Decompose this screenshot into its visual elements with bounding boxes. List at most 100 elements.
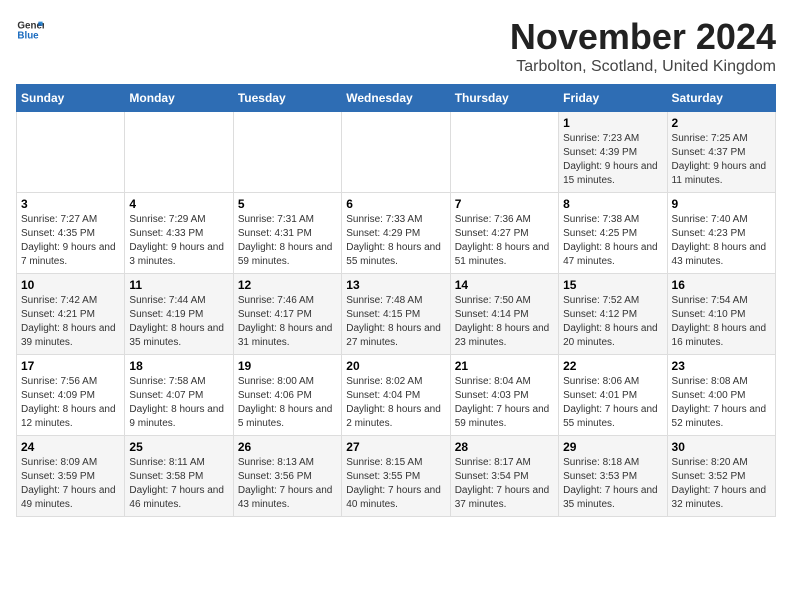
day-cell: 2 Sunrise: 7:25 AM Sunset: 4:37 PM Daylig… xyxy=(667,112,775,193)
day-cell: 22 Sunrise: 8:06 AM Sunset: 4:01 PM Dayli… xyxy=(559,355,667,436)
calendar-table: SundayMondayTuesdayWednesdayThursdayFrid… xyxy=(16,84,776,517)
logo: General Blue xyxy=(16,16,44,44)
day-info: Sunrise: 7:33 AM Sunset: 4:29 PM Dayligh… xyxy=(346,213,445,269)
day-cell: 24 Sunrise: 8:09 AM Sunset: 3:59 PM Dayli… xyxy=(17,436,125,517)
day-info: Sunrise: 8:15 AM Sunset: 3:55 PM Dayligh… xyxy=(346,456,445,512)
week-row-1: 1 Sunrise: 7:23 AM Sunset: 4:39 PM Daylig… xyxy=(17,112,776,193)
day-number: 19 xyxy=(238,359,337,373)
logo-icon: General Blue xyxy=(16,16,44,44)
day-number: 3 xyxy=(21,197,120,211)
day-cell xyxy=(342,112,450,193)
col-header-tuesday: Tuesday xyxy=(233,85,341,112)
day-cell: 11Sunrise: 7:44 AM Sunset: 4:19 PM Dayli… xyxy=(125,274,233,355)
day-info: Sunrise: 7:38 AM Sunset: 4:25 PM Dayligh… xyxy=(563,213,662,269)
day-cell: 5 Sunrise: 7:31 AM Sunset: 4:31 PM Daylig… xyxy=(233,193,341,274)
col-header-wednesday: Wednesday xyxy=(342,85,450,112)
day-number: 15 xyxy=(563,278,662,292)
day-info: Sunrise: 8:13 AM Sunset: 3:56 PM Dayligh… xyxy=(238,456,337,512)
day-cell xyxy=(233,112,341,193)
day-number: 29 xyxy=(563,440,662,454)
day-cell: 20Sunrise: 8:02 AM Sunset: 4:04 PM Dayli… xyxy=(342,355,450,436)
day-info: Sunrise: 7:27 AM Sunset: 4:35 PM Dayligh… xyxy=(21,213,120,269)
day-cell: 1 Sunrise: 7:23 AM Sunset: 4:39 PM Daylig… xyxy=(559,112,667,193)
day-cell xyxy=(450,112,558,193)
col-header-monday: Monday xyxy=(125,85,233,112)
day-info: Sunrise: 8:18 AM Sunset: 3:53 PM Dayligh… xyxy=(563,456,662,512)
day-cell: 27 Sunrise: 8:15 AM Sunset: 3:55 PM Dayli… xyxy=(342,436,450,517)
day-cell: 15 Sunrise: 7:52 AM Sunset: 4:12 PM Dayli… xyxy=(559,274,667,355)
day-number: 26 xyxy=(238,440,337,454)
day-number: 28 xyxy=(455,440,554,454)
day-info: Sunrise: 8:17 AM Sunset: 3:54 PM Dayligh… xyxy=(455,456,554,512)
day-cell: 12 Sunrise: 7:46 AM Sunset: 4:17 PM Dayli… xyxy=(233,274,341,355)
week-row-5: 24 Sunrise: 8:09 AM Sunset: 3:59 PM Dayli… xyxy=(17,436,776,517)
header-row: SundayMondayTuesdayWednesdayThursdayFrid… xyxy=(17,85,776,112)
day-cell: 19 Sunrise: 8:00 AM Sunset: 4:06 PM Dayli… xyxy=(233,355,341,436)
day-cell: 25Sunrise: 8:11 AM Sunset: 3:58 PM Dayli… xyxy=(125,436,233,517)
day-info: Sunrise: 8:00 AM Sunset: 4:06 PM Dayligh… xyxy=(238,375,337,431)
title-area: November 2024 Tarbolton, Scotland, Unite… xyxy=(510,16,776,76)
day-number: 30 xyxy=(672,440,771,454)
day-info: Sunrise: 8:06 AM Sunset: 4:01 PM Dayligh… xyxy=(563,375,662,431)
day-cell: 28 Sunrise: 8:17 AM Sunset: 3:54 PM Dayli… xyxy=(450,436,558,517)
day-info: Sunrise: 7:40 AM Sunset: 4:23 PM Dayligh… xyxy=(672,213,771,269)
day-info: Sunrise: 8:11 AM Sunset: 3:58 PM Dayligh… xyxy=(129,456,228,512)
week-row-2: 3 Sunrise: 7:27 AM Sunset: 4:35 PM Daylig… xyxy=(17,193,776,274)
day-info: Sunrise: 7:52 AM Sunset: 4:12 PM Dayligh… xyxy=(563,294,662,350)
day-cell: 7 Sunrise: 7:36 AM Sunset: 4:27 PM Daylig… xyxy=(450,193,558,274)
day-cell: 30 Sunrise: 8:20 AM Sunset: 3:52 PM Dayli… xyxy=(667,436,775,517)
day-number: 24 xyxy=(21,440,120,454)
day-cell xyxy=(125,112,233,193)
day-info: Sunrise: 7:36 AM Sunset: 4:27 PM Dayligh… xyxy=(455,213,554,269)
day-cell: 23Sunrise: 8:08 AM Sunset: 4:00 PM Dayli… xyxy=(667,355,775,436)
day-info: Sunrise: 8:20 AM Sunset: 3:52 PM Dayligh… xyxy=(672,456,771,512)
day-number: 23 xyxy=(672,359,771,373)
day-number: 8 xyxy=(563,197,662,211)
day-number: 13 xyxy=(346,278,445,292)
day-cell: 6Sunrise: 7:33 AM Sunset: 4:29 PM Daylig… xyxy=(342,193,450,274)
day-number: 14 xyxy=(455,278,554,292)
day-cell: 29 Sunrise: 8:18 AM Sunset: 3:53 PM Dayli… xyxy=(559,436,667,517)
day-info: Sunrise: 7:56 AM Sunset: 4:09 PM Dayligh… xyxy=(21,375,120,431)
day-cell: 8 Sunrise: 7:38 AM Sunset: 4:25 PM Daylig… xyxy=(559,193,667,274)
day-number: 12 xyxy=(238,278,337,292)
day-cell: 26 Sunrise: 8:13 AM Sunset: 3:56 PM Dayli… xyxy=(233,436,341,517)
day-number: 1 xyxy=(563,116,662,130)
day-cell: 17 Sunrise: 7:56 AM Sunset: 4:09 PM Dayli… xyxy=(17,355,125,436)
day-number: 22 xyxy=(563,359,662,373)
day-info: Sunrise: 7:29 AM Sunset: 4:33 PM Dayligh… xyxy=(129,213,228,269)
day-number: 27 xyxy=(346,440,445,454)
day-cell: 18Sunrise: 7:58 AM Sunset: 4:07 PM Dayli… xyxy=(125,355,233,436)
day-cell: 9 Sunrise: 7:40 AM Sunset: 4:23 PM Daylig… xyxy=(667,193,775,274)
day-cell: 3 Sunrise: 7:27 AM Sunset: 4:35 PM Daylig… xyxy=(17,193,125,274)
day-cell xyxy=(17,112,125,193)
day-number: 5 xyxy=(238,197,337,211)
day-cell: 21Sunrise: 8:04 AM Sunset: 4:03 PM Dayli… xyxy=(450,355,558,436)
day-cell: 14Sunrise: 7:50 AM Sunset: 4:14 PM Dayli… xyxy=(450,274,558,355)
day-cell: 16 Sunrise: 7:54 AM Sunset: 4:10 PM Dayli… xyxy=(667,274,775,355)
col-header-thursday: Thursday xyxy=(450,85,558,112)
day-number: 17 xyxy=(21,359,120,373)
day-info: Sunrise: 7:54 AM Sunset: 4:10 PM Dayligh… xyxy=(672,294,771,350)
day-cell: 13 Sunrise: 7:48 AM Sunset: 4:15 PM Dayli… xyxy=(342,274,450,355)
day-number: 11 xyxy=(129,278,228,292)
col-header-friday: Friday xyxy=(559,85,667,112)
week-row-4: 17 Sunrise: 7:56 AM Sunset: 4:09 PM Dayli… xyxy=(17,355,776,436)
day-info: Sunrise: 8:04 AM Sunset: 4:03 PM Dayligh… xyxy=(455,375,554,431)
col-header-sunday: Sunday xyxy=(17,85,125,112)
day-number: 7 xyxy=(455,197,554,211)
day-number: 9 xyxy=(672,197,771,211)
day-number: 16 xyxy=(672,278,771,292)
day-number: 20 xyxy=(346,359,445,373)
day-info: Sunrise: 7:42 AM Sunset: 4:21 PM Dayligh… xyxy=(21,294,120,350)
day-cell: 4Sunrise: 7:29 AM Sunset: 4:33 PM Daylig… xyxy=(125,193,233,274)
day-info: Sunrise: 8:09 AM Sunset: 3:59 PM Dayligh… xyxy=(21,456,120,512)
day-info: Sunrise: 7:25 AM Sunset: 4:37 PM Dayligh… xyxy=(672,132,771,188)
day-info: Sunrise: 7:23 AM Sunset: 4:39 PM Dayligh… xyxy=(563,132,662,188)
svg-text:Blue: Blue xyxy=(17,30,39,41)
day-info: Sunrise: 7:46 AM Sunset: 4:17 PM Dayligh… xyxy=(238,294,337,350)
day-info: Sunrise: 7:31 AM Sunset: 4:31 PM Dayligh… xyxy=(238,213,337,269)
day-number: 2 xyxy=(672,116,771,130)
day-cell: 10Sunrise: 7:42 AM Sunset: 4:21 PM Dayli… xyxy=(17,274,125,355)
day-info: Sunrise: 7:48 AM Sunset: 4:15 PM Dayligh… xyxy=(346,294,445,350)
